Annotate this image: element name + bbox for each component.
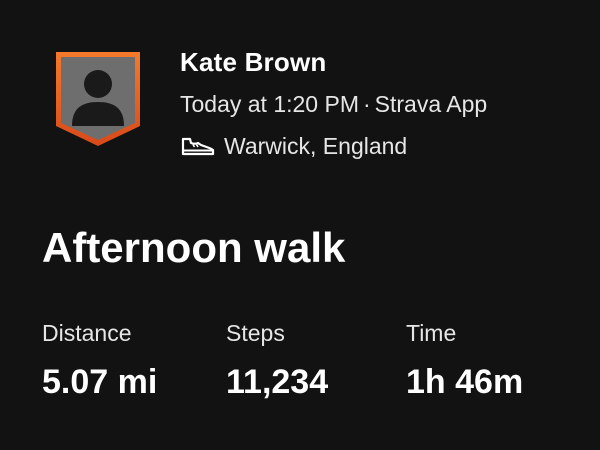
person-silhouette-icon (56, 52, 140, 146)
stat-time: Time 1h 46m (406, 318, 523, 402)
athlete-name[interactable]: Kate Brown (180, 44, 560, 80)
activity-header: Kate Brown Today at 1:20 PM · Strava App W… (52, 44, 572, 164)
stat-label: Distance (42, 320, 132, 346)
stat-value: 5.07 mi (42, 363, 158, 401)
activity-title[interactable]: Afternoon walk (42, 222, 345, 274)
stat-value: 1h 46m (406, 363, 524, 401)
meta-separator: · (363, 91, 371, 117)
activity-location-row: Warwick, England (180, 130, 560, 162)
activity-time: Today at 1:20 PM (180, 91, 359, 117)
stat-value: 11,234 (226, 363, 329, 401)
activity-stats: Distance 5.07 mi Steps 11,234 Time 1h 46… (42, 318, 582, 408)
stat-label: Time (406, 320, 457, 346)
stat-label: Steps (226, 320, 285, 346)
activity-source: Strava App (374, 91, 488, 117)
activity-meta: Today at 1:20 PM · Strava App (180, 88, 560, 120)
athlete-avatar[interactable] (52, 48, 144, 148)
stat-distance: Distance 5.07 mi (42, 318, 157, 402)
shoe-icon (180, 135, 216, 157)
activity-location: Warwick, England (224, 133, 408, 159)
stat-steps: Steps 11,234 (226, 318, 328, 402)
athlete-info: Kate Brown Today at 1:20 PM · Strava App W… (180, 44, 560, 162)
